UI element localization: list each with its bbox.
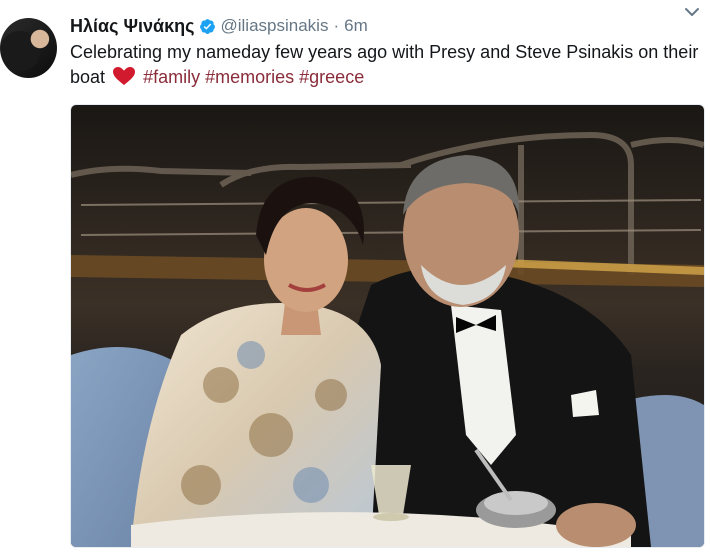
- tweet-photo[interactable]: [70, 104, 705, 548]
- verified-badge-icon: [200, 18, 216, 34]
- hashtag-greece[interactable]: #greece: [299, 67, 364, 87]
- author-handle[interactable]: @iliaspsinakis: [220, 16, 328, 36]
- hashtag-family[interactable]: #family: [143, 67, 200, 87]
- photo-couple-on-boat: [71, 105, 704, 547]
- chevron-down-icon[interactable]: [684, 6, 700, 18]
- tweet-timestamp[interactable]: 6m: [344, 16, 368, 36]
- hashtag-memories[interactable]: #memories: [205, 67, 294, 87]
- tweet-header: Ηλίας Ψινάκης @iliaspsinakis · 6m: [70, 13, 700, 39]
- separator-dot: ·: [333, 16, 340, 35]
- tweet-text: Celebrating my nameday few years ago wit…: [70, 40, 700, 90]
- author-avatar[interactable]: [0, 18, 57, 78]
- red-heart-icon: [113, 67, 136, 85]
- author-name[interactable]: Ηλίας Ψινάκης: [70, 16, 194, 37]
